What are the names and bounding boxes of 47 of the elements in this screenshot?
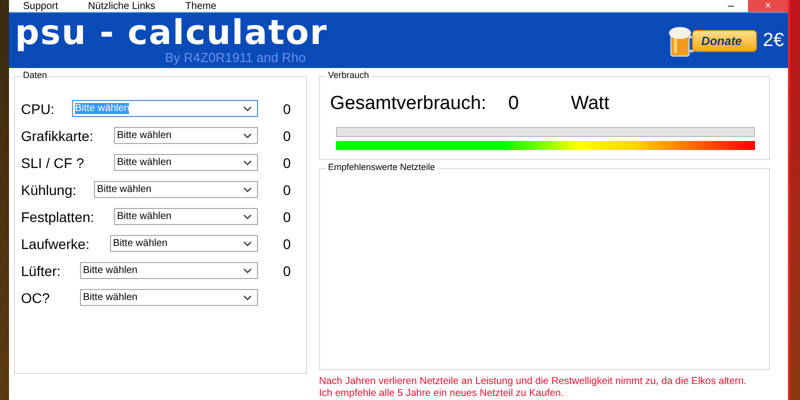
menu-item[interactable]: Support — [23, 2, 58, 12]
caret-icon — [243, 160, 252, 166]
dropdown[interactable]: Bitte wählen — [114, 208, 258, 225]
total-label: Gesamtverbrauch: — [330, 93, 486, 115]
watt-reading: 0 — [283, 208, 291, 224]
group-title: Verbrauch — [326, 70, 372, 80]
dropdown[interactable]: Bitte wählen — [80, 262, 258, 279]
field-label: SLI / CF ? — [21, 154, 84, 170]
caret-icon — [243, 268, 252, 274]
menu-item[interactable]: Theme — [185, 2, 216, 12]
watt-reading: 0 — [283, 100, 291, 116]
app-logo-title: psu - calculator — [15, 14, 328, 50]
author-credit: By R4Z0R1911 and Rho — [165, 50, 307, 64]
warning-note: Nach Jahren verlieren Netzteile an Leistung und die Restwelligkeit nimmt zu, da die Elkos altern. — [319, 376, 748, 388]
field-label: Grafikkarte: — [21, 128, 94, 144]
field-label: Festplatten: — [21, 208, 94, 224]
dropdown[interactable]: Bitte wählen — [114, 154, 258, 171]
watt-reading: 0 — [283, 182, 291, 198]
menu-item[interactable]: Nützliche Links — [88, 2, 156, 12]
dropdown[interactable]: Bitte wählen — [94, 181, 258, 198]
total-value: 0 — [508, 93, 519, 115]
donate-button[interactable]: Donate — [692, 30, 757, 52]
caret-icon — [243, 186, 252, 192]
field-label: Laufwerke: — [21, 236, 90, 252]
dropdown[interactable]: Bitte wählen — [114, 127, 258, 144]
caret-icon — [243, 294, 252, 300]
watt-reading: 0 — [283, 236, 291, 252]
field-label: OC? — [21, 290, 50, 306]
watt-reading: 0 — [283, 128, 291, 144]
caret-icon — [243, 240, 252, 246]
warning-note: Ich empfehle alle 5 Jahre ein neues Netzteil zu Kaufen. — [319, 388, 565, 400]
minimize-button[interactable]: – — [714, 0, 748, 12]
group-title: Daten — [21, 70, 50, 80]
donation-amount: 2€ — [762, 30, 784, 52]
dropdown[interactable]: Bitte wählen — [110, 235, 258, 252]
close-button[interactable]: × — [748, 0, 788, 12]
field-label: Kühlung: — [21, 182, 76, 198]
field-label: CPU: — [21, 100, 54, 116]
watt-reading: 0 — [283, 262, 291, 278]
watt-reading: 0 — [283, 154, 291, 170]
caret-icon — [243, 214, 252, 220]
unit-label: Watt — [570, 93, 610, 115]
caret-icon — [243, 106, 252, 112]
dropdown[interactable]: Bitte wählen — [80, 289, 258, 306]
group-title: Empfehlenswerte Netzteile — [326, 162, 438, 172]
field-label: Lüfter: — [21, 262, 61, 278]
caret-icon — [243, 132, 252, 138]
